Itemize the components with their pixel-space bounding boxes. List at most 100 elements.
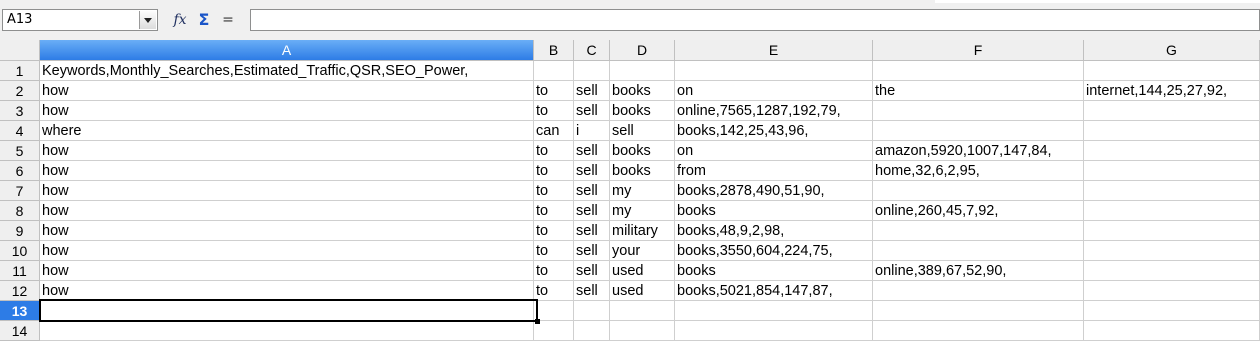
cell-c6[interactable]: sell — [574, 161, 610, 181]
cell-g13[interactable] — [1084, 301, 1260, 321]
cell-a6[interactable]: how — [40, 161, 534, 181]
cell-b12[interactable]: to — [534, 281, 574, 301]
cell-f11[interactable]: online,389,67,52,90, — [873, 261, 1084, 281]
cell-a2[interactable]: how — [40, 81, 534, 101]
cell-e12[interactable]: books,5021,854,147,87, — [675, 281, 873, 301]
row-header-3[interactable]: 3 — [0, 101, 40, 121]
cell-b13[interactable] — [534, 301, 574, 321]
cell-b6[interactable]: to — [534, 161, 574, 181]
cell-f12[interactable] — [873, 281, 1084, 301]
cell-b7[interactable]: to — [534, 181, 574, 201]
cell-c13[interactable] — [574, 301, 610, 321]
cell-b5[interactable]: to — [534, 141, 574, 161]
cell-f9[interactable] — [873, 221, 1084, 241]
cell-b4[interactable]: can — [534, 121, 574, 141]
cell-e11[interactable]: books — [675, 261, 873, 281]
cell-c4[interactable]: i — [574, 121, 610, 141]
cell-g9[interactable] — [1084, 221, 1260, 241]
cell-f6[interactable]: home,32,6,2,95, — [873, 161, 1084, 181]
column-header-f[interactable]: F — [873, 40, 1084, 61]
cell-b10[interactable]: to — [534, 241, 574, 261]
cell-e6[interactable]: from — [675, 161, 873, 181]
cell-f3[interactable] — [873, 101, 1084, 121]
row-header-9[interactable]: 9 — [0, 221, 40, 241]
column-header-a[interactable]: A — [40, 40, 534, 61]
column-header-c[interactable]: C — [574, 40, 610, 61]
cell-e10[interactable]: books,3550,604,224,75, — [675, 241, 873, 261]
formula-input[interactable] — [250, 9, 1260, 31]
row-header-14[interactable]: 14 — [0, 321, 40, 341]
cell-g14[interactable] — [1084, 321, 1260, 341]
cell-d2[interactable]: books — [610, 81, 675, 101]
cell-a1[interactable]: Keywords,Monthly_Searches,Estimated_Traf… — [40, 61, 534, 81]
cell-c3[interactable]: sell — [574, 101, 610, 121]
column-header-g[interactable]: G — [1084, 40, 1260, 61]
cell-a12[interactable]: how — [40, 281, 534, 301]
cell-f10[interactable] — [873, 241, 1084, 261]
fill-handle[interactable] — [535, 319, 540, 324]
cell-d5[interactable]: books — [610, 141, 675, 161]
cell-d8[interactable]: my — [610, 201, 675, 221]
cell-a8[interactable]: how — [40, 201, 534, 221]
cell-c14[interactable] — [574, 321, 610, 341]
cell-d1[interactable] — [610, 61, 675, 81]
cell-d9[interactable]: military — [610, 221, 675, 241]
cell-g8[interactable] — [1084, 201, 1260, 221]
cell-d7[interactable]: my — [610, 181, 675, 201]
cell-e14[interactable] — [675, 321, 873, 341]
chevron-down-icon[interactable] — [139, 11, 156, 29]
cell-c11[interactable]: sell — [574, 261, 610, 281]
cell-c2[interactable]: sell — [574, 81, 610, 101]
cell-b3[interactable]: to — [534, 101, 574, 121]
cell-e13[interactable] — [675, 301, 873, 321]
cell-f5[interactable]: amazon,5920,1007,147,84, — [873, 141, 1084, 161]
row-header-12[interactable]: 12 — [0, 281, 40, 301]
cell-a10[interactable]: how — [40, 241, 534, 261]
cell-e7[interactable]: books,2878,490,51,90, — [675, 181, 873, 201]
cell-f2[interactable]: the — [873, 81, 1084, 101]
equals-icon[interactable]: = — [218, 10, 238, 30]
select-all-corner[interactable] — [0, 40, 40, 61]
cell-c10[interactable]: sell — [574, 241, 610, 261]
cell-d12[interactable]: used — [610, 281, 675, 301]
cell-a5[interactable]: how — [40, 141, 534, 161]
cell-a4[interactable]: where — [40, 121, 534, 141]
cell-f14[interactable] — [873, 321, 1084, 341]
cell-b11[interactable]: to — [534, 261, 574, 281]
cell-d6[interactable]: books — [610, 161, 675, 181]
cell-f1[interactable] — [873, 61, 1084, 81]
cell-f4[interactable] — [873, 121, 1084, 141]
cell-b1[interactable] — [534, 61, 574, 81]
cell-c1[interactable] — [574, 61, 610, 81]
cell-c5[interactable]: sell — [574, 141, 610, 161]
row-header-5[interactable]: 5 — [0, 141, 40, 161]
sum-icon[interactable]: Σ — [194, 10, 214, 30]
row-header-10[interactable]: 10 — [0, 241, 40, 261]
cell-e2[interactable]: on — [675, 81, 873, 101]
row-header-2[interactable]: 2 — [0, 81, 40, 101]
cell-b14[interactable] — [534, 321, 574, 341]
cell-b9[interactable]: to — [534, 221, 574, 241]
cell-e8[interactable]: books — [675, 201, 873, 221]
cell-g10[interactable] — [1084, 241, 1260, 261]
cell-a7[interactable]: how — [40, 181, 534, 201]
cell-g11[interactable] — [1084, 261, 1260, 281]
cell-e1[interactable] — [675, 61, 873, 81]
row-header-7[interactable]: 7 — [0, 181, 40, 201]
cell-a3[interactable]: how — [40, 101, 534, 121]
name-box[interactable]: A13 — [2, 9, 158, 31]
cell-d10[interactable]: your — [610, 241, 675, 261]
column-header-e[interactable]: E — [675, 40, 873, 61]
cell-g6[interactable] — [1084, 161, 1260, 181]
column-header-b[interactable]: B — [534, 40, 574, 61]
cell-g7[interactable] — [1084, 181, 1260, 201]
cell-a14[interactable] — [40, 321, 534, 341]
cell-b2[interactable]: to — [534, 81, 574, 101]
row-header-6[interactable]: 6 — [0, 161, 40, 181]
cell-a11[interactable]: how — [40, 261, 534, 281]
cell-g1[interactable] — [1084, 61, 1260, 81]
cell-g3[interactable] — [1084, 101, 1260, 121]
cell-b8[interactable]: to — [534, 201, 574, 221]
column-header-d[interactable]: D — [610, 40, 675, 61]
row-header-1[interactable]: 1 — [0, 61, 40, 81]
